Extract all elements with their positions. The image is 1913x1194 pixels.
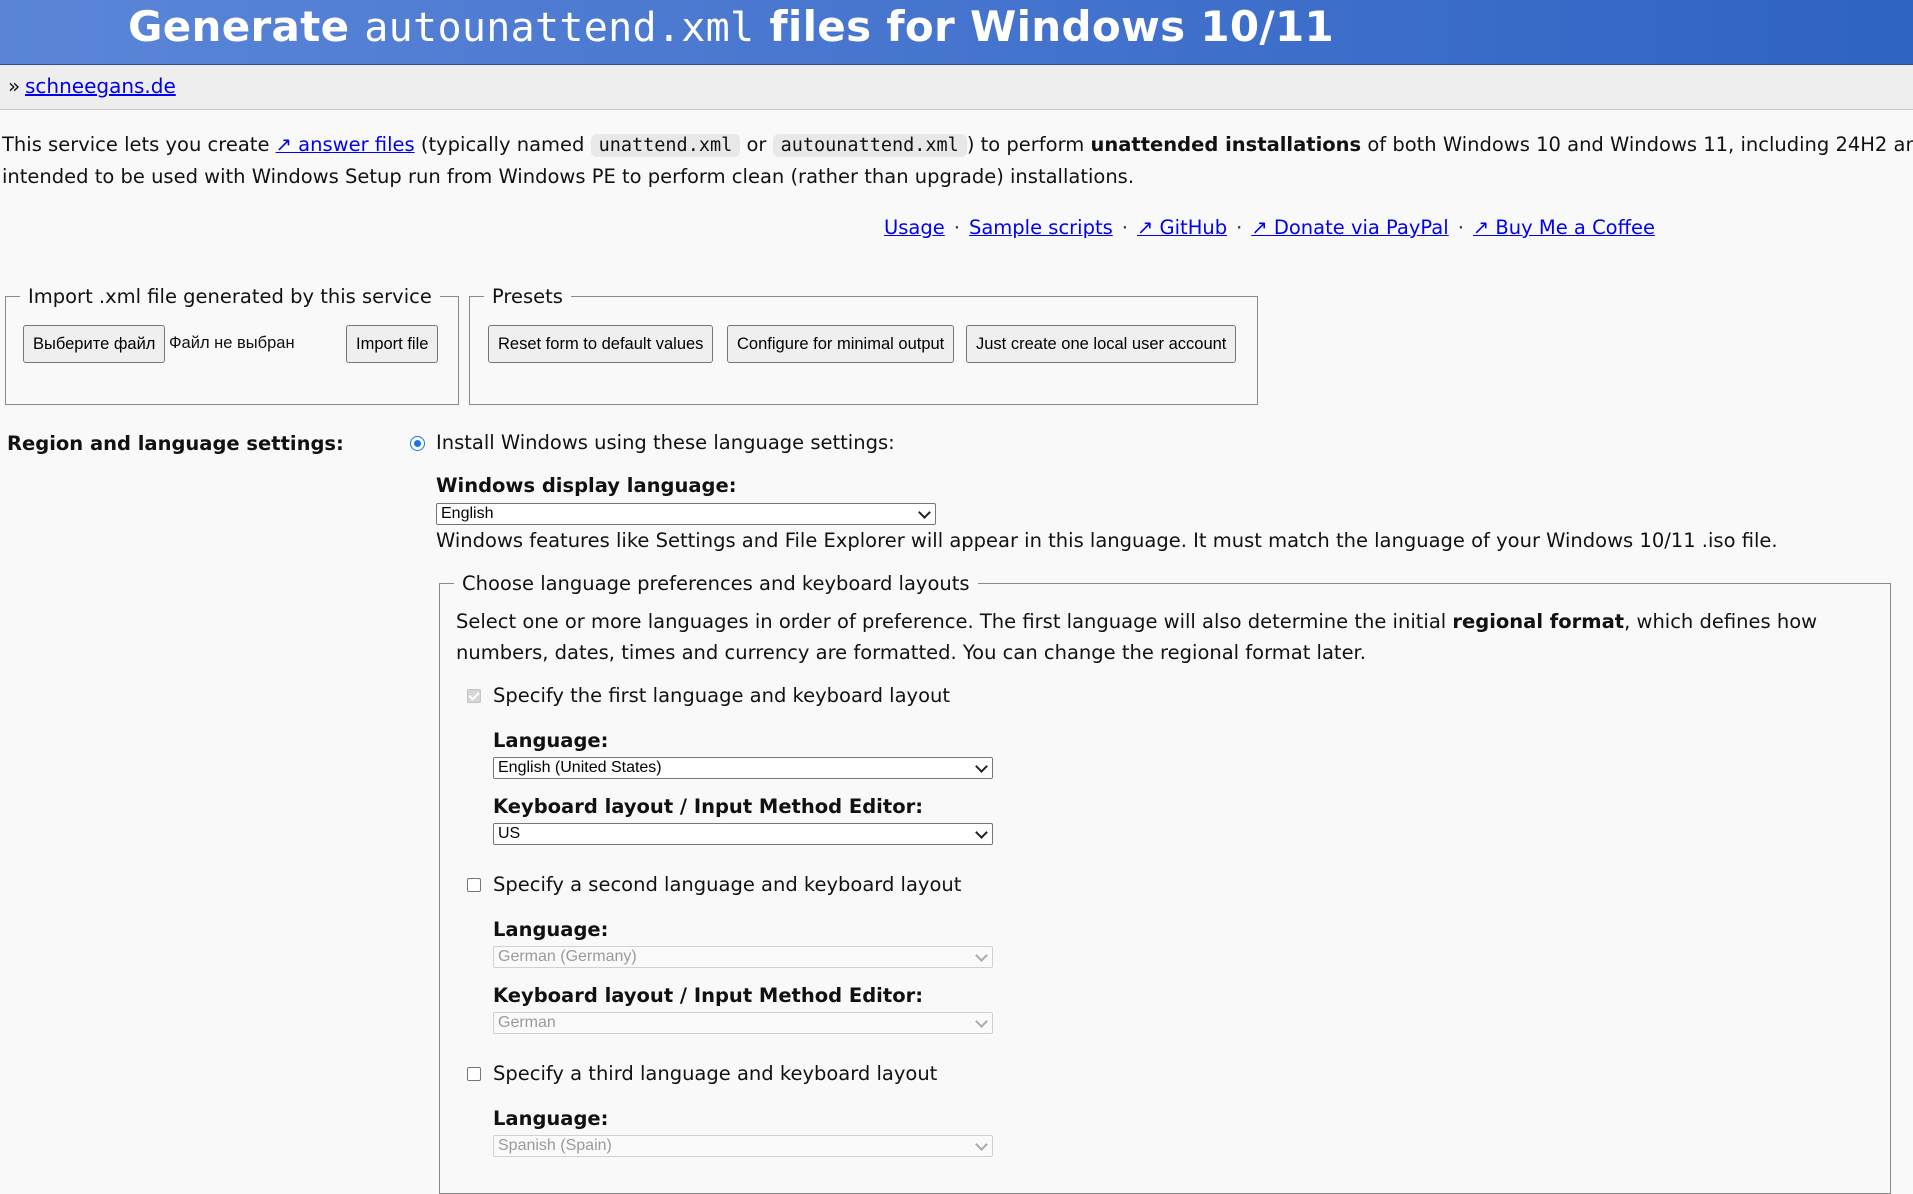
code-autounattend: autounattend.xml — [772, 134, 967, 157]
nav-links: Usage · Sample scripts · ↗ GitHub · ↗ Donate v… — [884, 216, 1656, 239]
first-keyboard-select[interactable]: US — [493, 823, 993, 845]
language-preferences-legend: Choose language preferences and keyboard… — [462, 572, 970, 595]
import-file-button[interactable]: Import file — [346, 325, 439, 363]
intro-line-1: This service lets you create ↗ answer fi… — [2, 133, 1913, 157]
second-keyboard-label: Keyboard layout / Input Method Editor: — [493, 984, 923, 1007]
second-language-checkbox-label: Specify a second language and keyboard l… — [493, 873, 962, 896]
chevron-down-icon — [975, 826, 988, 839]
answer-files-link[interactable]: ↗ answer files — [276, 133, 415, 156]
usage-link[interactable]: Usage — [884, 216, 945, 239]
chevron-down-icon — [975, 1015, 988, 1028]
code-unattend: unattend.xml — [590, 134, 741, 157]
preferences-description-line-1: Select one or more languages in order of… — [456, 610, 1818, 633]
one-local-user-button[interactable]: Just create one local user account — [966, 325, 1237, 363]
presets-legend: Presets — [492, 285, 563, 308]
intro-text: This service lets you create ↗ answer fi… — [2, 129, 1913, 192]
first-language-select[interactable]: English (United States) — [493, 757, 993, 779]
first-language-checkbox-label: Specify the first language and keyboard … — [493, 684, 951, 707]
intro-line-2: intended to be used with Windows Setup r… — [2, 165, 1135, 188]
third-language-checkbox-label: Specify a third language and keyboard la… — [493, 1062, 938, 1085]
first-keyboard-label: Keyboard layout / Input Method Editor: — [493, 795, 923, 818]
minimal-output-button[interactable]: Configure for minimal output — [727, 325, 955, 363]
display-language-select[interactable]: English — [436, 503, 936, 525]
page-title: Generate autounattend.xml files for Wind… — [128, 2, 1335, 51]
buy-coffee-link[interactable]: ↗ Buy Me a Coffee — [1473, 216, 1655, 239]
third-language-label: Language: — [493, 1107, 609, 1130]
reset-defaults-button[interactable]: Reset form to default values — [488, 325, 714, 363]
breadcrumb-prefix: » — [8, 74, 21, 98]
chevron-down-icon — [975, 760, 988, 773]
sample-scripts-link[interactable]: Sample scripts — [969, 216, 1113, 239]
no-file-label: Файл не выбран — [169, 334, 295, 352]
chevron-down-icon — [918, 506, 931, 519]
page-header: Generate autounattend.xml files for Wind… — [0, 0, 1913, 65]
choose-file-button[interactable]: Выберите файл — [23, 325, 166, 363]
display-language-help: Windows features like Settings and File … — [436, 529, 1778, 552]
second-language-select: German (Germany) — [493, 946, 993, 968]
second-language-label: Language: — [493, 918, 609, 941]
display-language-label: Windows display language: — [436, 474, 737, 497]
install-language-radio[interactable] — [410, 436, 425, 451]
chevron-down-icon — [975, 1138, 988, 1151]
preferences-description-line-2: numbers, dates, times and currency are f… — [456, 641, 1366, 664]
third-language-checkbox[interactable] — [467, 1067, 481, 1081]
chevron-down-icon — [975, 949, 988, 962]
home-link[interactable]: schneegans.de — [25, 74, 176, 98]
second-keyboard-select: German — [493, 1012, 993, 1034]
breadcrumb: » schneegans.de — [0, 65, 1913, 110]
first-language-label: Language: — [493, 729, 609, 752]
install-language-radio-label: Install Windows using these language set… — [436, 431, 895, 454]
second-language-checkbox[interactable] — [467, 878, 481, 892]
first-language-checkbox — [467, 689, 481, 703]
region-section-label: Region and language settings: — [7, 432, 344, 455]
github-link[interactable]: ↗ GitHub — [1137, 216, 1227, 239]
import-legend: Import .xml file generated by this servi… — [28, 285, 432, 308]
donate-link[interactable]: ↗ Donate via PayPal — [1251, 216, 1448, 239]
